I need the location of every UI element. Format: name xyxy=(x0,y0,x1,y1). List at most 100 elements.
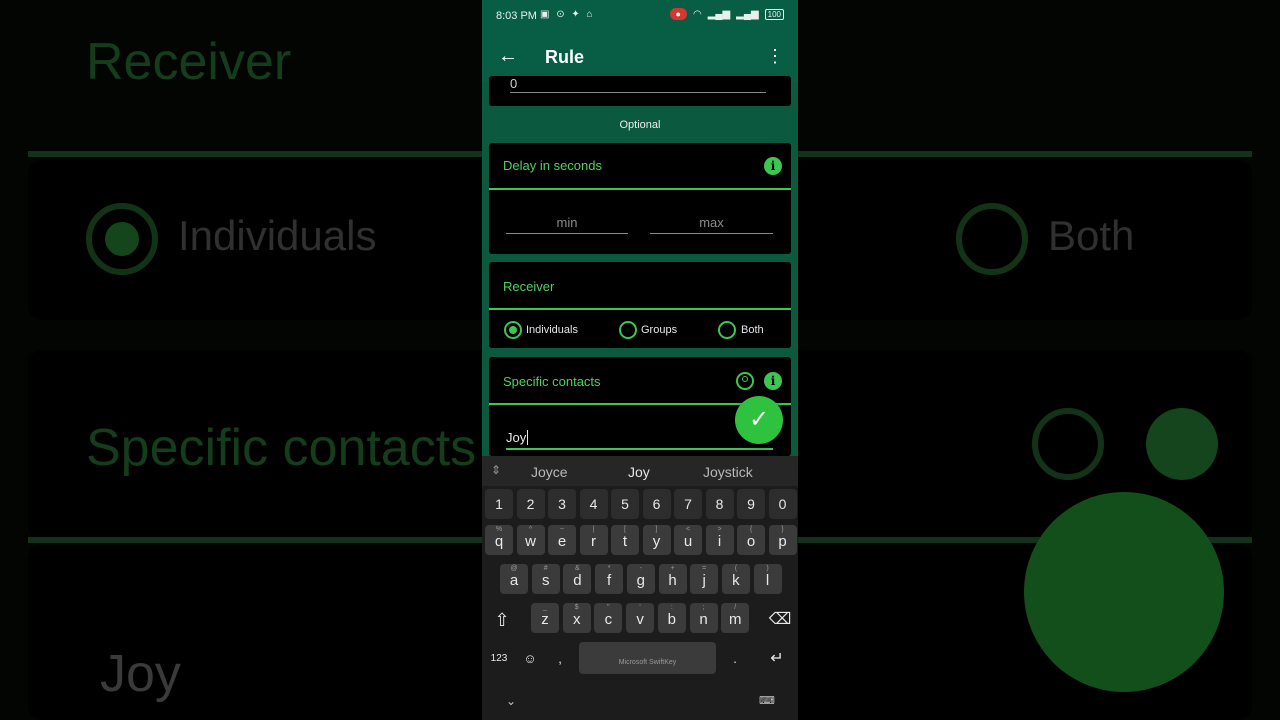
numbers-mode-key[interactable]: 123 xyxy=(485,642,513,672)
key-hint: > xyxy=(717,526,722,533)
contacts-card-header: Specific contacts i xyxy=(489,357,791,405)
key-u[interactable]: < u xyxy=(674,525,702,555)
key-n[interactable]: ; n xyxy=(689,603,718,633)
key-label: q xyxy=(494,533,504,550)
key-label: l xyxy=(765,572,770,589)
contacts-input[interactable]: Joy xyxy=(506,430,773,450)
key-label: 9 xyxy=(747,496,755,512)
info-icon[interactable]: i xyxy=(764,372,782,390)
key-p[interactable]: } p xyxy=(768,525,797,555)
delay-max-field[interactable]: max xyxy=(650,215,773,234)
key-z[interactable]: _ z xyxy=(531,603,559,633)
key-label: n xyxy=(699,611,708,628)
key-v[interactable]: ' v xyxy=(626,603,655,633)
key-l[interactable]: ) l xyxy=(753,564,782,594)
key-e[interactable]: ~ e xyxy=(548,525,576,555)
key-num-4[interactable]: 4 xyxy=(579,489,608,519)
suggestion-2[interactable]: Joy xyxy=(628,464,650,480)
key-hint: + xyxy=(670,565,675,572)
radio-both-label[interactable]: Both xyxy=(741,324,764,336)
page-title: Rule xyxy=(545,47,585,67)
key-m[interactable]: / m xyxy=(721,603,750,633)
backspace-icon[interactable]: ⌫ xyxy=(765,603,795,633)
key-t[interactable]: [t xyxy=(611,525,639,555)
key-s[interactable]: # s xyxy=(531,564,560,594)
key-num-2[interactable]: 2 xyxy=(516,489,545,519)
radio-groups-label[interactable]: Groups xyxy=(641,324,677,336)
key-i[interactable]: > i xyxy=(705,525,734,555)
text-cursor xyxy=(527,430,529,445)
back-arrow-icon[interactable]: ← xyxy=(498,45,518,68)
contact-picker-icon[interactable] xyxy=(736,372,754,390)
key-label: k xyxy=(732,572,740,589)
radio-groups[interactable] xyxy=(619,321,637,339)
key-label: 3 xyxy=(558,496,566,512)
enter-icon[interactable]: ↵ xyxy=(762,642,792,672)
key-num-7[interactable]: 7 xyxy=(674,489,702,519)
key-c[interactable]: " c xyxy=(594,603,623,633)
key-hint: ~ xyxy=(559,526,565,533)
more-options-icon[interactable]: ⋮ xyxy=(766,46,784,67)
key-hint: - xyxy=(639,565,642,572)
contacts-title: Specific contacts xyxy=(503,374,601,389)
key-label: h xyxy=(668,572,677,589)
key-k[interactable]: (k xyxy=(721,564,750,594)
radio-both[interactable] xyxy=(718,321,736,339)
radio-individuals-label[interactable]: Individuals xyxy=(526,324,578,336)
signal-icon: ▂▄▆ xyxy=(707,8,731,20)
info-icon[interactable]: i xyxy=(764,157,782,175)
key-hint: % xyxy=(495,526,503,533)
key-hint: " xyxy=(607,604,610,611)
suggestion-3[interactable]: Joystick xyxy=(703,464,753,480)
top-card: 0 xyxy=(489,76,791,106)
key-x[interactable]: $ x xyxy=(562,603,591,633)
key-label: 6 xyxy=(652,496,661,512)
key-label: d xyxy=(573,572,582,589)
key-num-1[interactable]: 1 xyxy=(485,489,513,519)
key-b[interactable]: :b xyxy=(657,603,686,633)
key-num-6[interactable]: 6 xyxy=(642,489,671,519)
key-num-9[interactable]: 9 xyxy=(737,489,765,519)
key-f[interactable]: * f xyxy=(595,564,624,594)
shift-icon[interactable]: ⇧ xyxy=(488,603,516,633)
key-label: i xyxy=(717,533,722,550)
key-r[interactable]: | r xyxy=(579,525,608,555)
status-right: ● ◠ ▂▄▆ ▂▄▆ 100 xyxy=(669,8,784,20)
key-num-0[interactable]: 0 xyxy=(768,489,797,519)
key-w[interactable]: ^ w xyxy=(516,525,545,555)
emoji-icon[interactable]: ☺ xyxy=(519,642,541,672)
key-label: j xyxy=(702,572,706,589)
key-d[interactable]: & d xyxy=(563,564,592,594)
key-num-5[interactable]: 5 xyxy=(611,489,639,519)
period-key[interactable]: . xyxy=(724,642,746,672)
key-g[interactable]: -g xyxy=(626,564,655,594)
delay-title: Delay in seconds xyxy=(503,158,602,173)
key-j[interactable]: = j xyxy=(690,564,719,594)
save-fab-button[interactable]: ✓ xyxy=(735,396,783,444)
key-hint: : xyxy=(670,604,673,611)
key-hint: { xyxy=(749,526,753,533)
key-label: b xyxy=(667,611,676,628)
radio-individuals[interactable] xyxy=(504,321,522,339)
key-a[interactable]: @ a xyxy=(500,564,528,594)
contacts-input-value: Joy xyxy=(506,430,527,445)
space-bar[interactable]: Microsoft SwiftKey xyxy=(579,642,716,674)
key-label: f xyxy=(607,572,612,589)
comma-key[interactable]: , xyxy=(549,642,571,672)
top-value-field[interactable]: 0 xyxy=(510,76,766,93)
delay-min-field[interactable]: min xyxy=(506,215,628,234)
key-y[interactable]: ] y xyxy=(642,525,671,555)
key-num-3[interactable]: 3 xyxy=(548,489,576,519)
suggestion-1[interactable]: Joyce xyxy=(531,464,568,480)
key-hint: / xyxy=(734,604,737,611)
expand-icon[interactable]: ⇕ xyxy=(491,463,501,477)
key-num-8[interactable]: 8 xyxy=(705,489,734,519)
key-o[interactable]: {o xyxy=(737,525,765,555)
key-label: 1 xyxy=(495,496,503,512)
notification-icons: ▣ ⊙ ✦ ⌂ xyxy=(540,9,595,20)
keyboard-icon[interactable]: ⌨ xyxy=(755,684,779,714)
receiver-card: Receiver Individuals Groups Both xyxy=(489,262,791,348)
key-h[interactable]: + h xyxy=(658,564,687,594)
hide-keyboard-icon[interactable]: ⌄ xyxy=(499,684,523,714)
key-q[interactable]: % q xyxy=(485,525,513,555)
